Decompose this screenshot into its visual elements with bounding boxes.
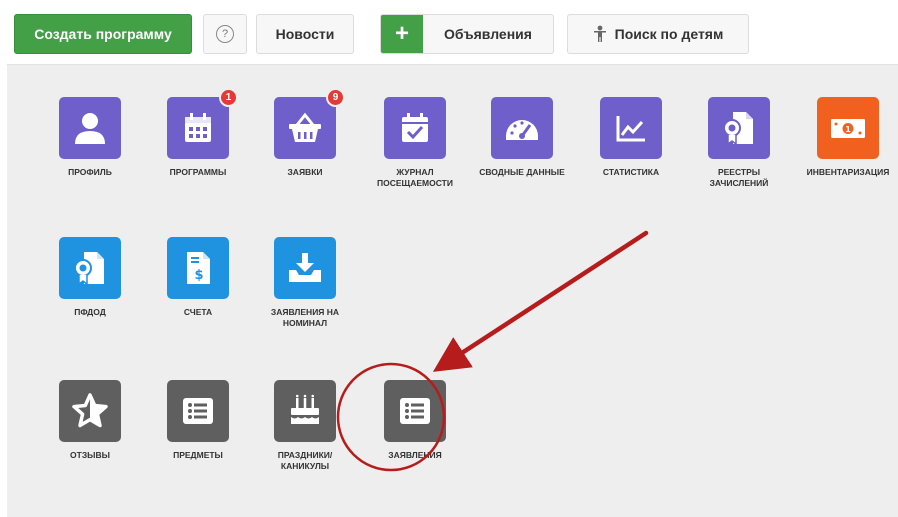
- calendar-icon: [185, 113, 211, 142]
- help-icon: ?: [216, 25, 234, 43]
- tile-subjects[interactable]: Предметы: [143, 380, 253, 461]
- tile-applications[interactable]: Заявления: [360, 380, 470, 461]
- calendar-check-icon: [402, 113, 428, 142]
- inbox-download-icon: [289, 253, 321, 282]
- news-button[interactable]: Новости: [256, 14, 354, 54]
- tile-label: Предметы: [173, 450, 223, 460]
- gauge-icon: [506, 120, 538, 140]
- tile-label: Отзывы: [70, 450, 110, 460]
- tile-label: Журнал посещаемости: [377, 167, 453, 188]
- tile-programs[interactable]: 1 Программы: [143, 88, 253, 178]
- basket-icon: [289, 112, 321, 142]
- star-icon: [72, 393, 108, 428]
- tile-profile[interactable]: Профиль: [35, 97, 145, 178]
- certificate-doc-icon: [723, 112, 753, 146]
- tile-registers[interactable]: Реестры зачислений: [684, 97, 794, 189]
- tile-invoices[interactable]: $ Счета: [143, 237, 253, 318]
- programs-badge: 1: [219, 88, 238, 107]
- tile-label: Сводные данные: [479, 167, 565, 177]
- tile-label: Инвентаризация: [806, 167, 890, 177]
- cake-icon: [291, 394, 319, 424]
- tile-label: Заявления на номинал: [270, 307, 340, 328]
- user-icon: [75, 113, 105, 144]
- tile-inventory[interactable]: 1 Инвентаризация: [793, 97, 898, 178]
- search-children-button[interactable]: Поиск по детям: [567, 14, 749, 54]
- tile-label: Профиль: [68, 167, 112, 177]
- tile-statistics[interactable]: Статистика: [576, 97, 686, 178]
- tile-holidays[interactable]: Праздники/ каникулы: [250, 380, 360, 472]
- list-icon: [400, 398, 430, 424]
- modules-panel: Профиль 1 Программы: [7, 64, 898, 517]
- invoice-icon: $: [187, 252, 210, 284]
- tile-requests[interactable]: 9 Заявки: [250, 88, 360, 178]
- tile-label: Праздники/ каникулы: [277, 450, 333, 471]
- ads-button[interactable]: + Объявления: [380, 14, 554, 54]
- child-icon: [593, 25, 606, 42]
- tile-nominal[interactable]: Заявления на номинал: [250, 237, 360, 329]
- tile-label: Счета: [183, 307, 213, 317]
- tile-reviews[interactable]: Отзывы: [35, 380, 145, 461]
- certificate-doc-icon: [74, 252, 104, 286]
- tile-label: Заявления: [388, 450, 442, 460]
- tile-label: ПФДОД: [74, 307, 106, 317]
- tile-attendance[interactable]: Журнал посещаемости: [360, 97, 470, 189]
- banknote-icon: 1: [831, 119, 865, 138]
- plus-icon: +: [381, 15, 423, 53]
- ads-button-label: Объявления: [444, 26, 532, 42]
- tile-label: Заявки: [287, 167, 323, 177]
- svg-text:1: 1: [845, 125, 851, 134]
- chart-icon: [616, 116, 645, 142]
- tile-pfdod[interactable]: ПФДОД: [35, 237, 145, 318]
- tile-summary[interactable]: Сводные данные: [467, 97, 577, 178]
- requests-badge: 9: [326, 88, 345, 107]
- tile-label: Реестры зачислений: [709, 167, 769, 188]
- top-toolbar: Создать программу ? Новости + Объявления…: [0, 0, 898, 62]
- tile-label: Программы: [169, 167, 227, 177]
- create-program-button[interactable]: Создать программу: [14, 14, 192, 54]
- tile-label: Статистика: [602, 167, 660, 177]
- list-icon: [183, 398, 213, 424]
- search-children-label: Поиск по детям: [614, 26, 724, 42]
- svg-text:$: $: [194, 268, 203, 283]
- help-button[interactable]: ?: [203, 14, 247, 54]
